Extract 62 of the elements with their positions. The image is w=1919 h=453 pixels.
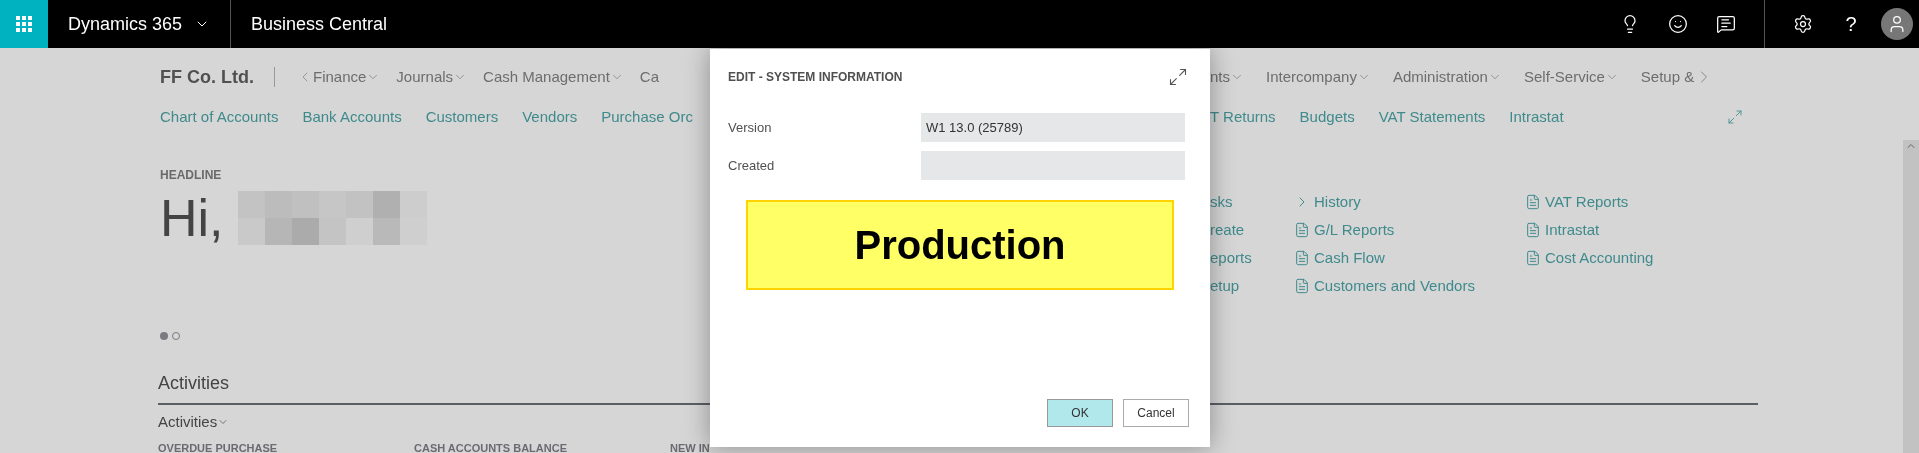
menu-item[interactable]: Administration	[1392, 65, 1488, 89]
settings-icon	[1793, 14, 1813, 34]
field-value[interactable]: W1 13.0 (25789)	[921, 113, 1185, 142]
scrollbar[interactable]	[1903, 140, 1919, 453]
action-link[interactable]: G/L Reports	[1314, 218, 1395, 242]
group-toggle[interactable]: Activities	[158, 411, 218, 434]
report-icon	[1294, 222, 1310, 238]
cue-heading: OVERDUE PURCHASE	[158, 441, 278, 453]
quick-link[interactable]: Vendors	[522, 105, 578, 129]
quick-link[interactable]: Intrastat	[1509, 105, 1564, 129]
product-name: Business Central	[250, 12, 388, 36]
cue-heading: CASH ACCOUNTS BALANCE	[414, 441, 567, 453]
menu-item[interactable]: Intercompany	[1266, 65, 1357, 89]
quick-link[interactable]: T Returns	[1210, 105, 1276, 129]
app-launcher[interactable]	[0, 0, 48, 48]
action-link[interactable]: Cost Accounting	[1545, 246, 1654, 270]
action-link[interactable]: VAT Reports	[1545, 190, 1629, 214]
action-link[interactable]: History	[1314, 190, 1361, 214]
action-link[interactable]: Cash Flow	[1314, 246, 1385, 270]
greeting: Hi,	[160, 188, 224, 248]
app-switcher[interactable]: Dynamics 365	[48, 0, 232, 48]
waffle-icon	[16, 16, 32, 32]
quick-link[interactable]: Bank Accounts	[302, 105, 402, 129]
ok-button[interactable]: OK	[1047, 399, 1113, 427]
headline-label: HEADLINE	[160, 167, 222, 184]
action-link[interactable]: sks	[1210, 190, 1233, 214]
menu-item[interactable]: Journals	[396, 65, 454, 89]
dialog-title: EDIT - SYSTEM INFORMATION	[728, 69, 903, 86]
report-icon	[1294, 250, 1310, 266]
menu-item[interactable]: Setup &	[1640, 65, 1695, 89]
environment-banner: Production	[746, 200, 1174, 290]
report-icon	[1294, 278, 1310, 294]
menu-item[interactable]: Cash Management	[483, 65, 610, 89]
report-icon	[1525, 250, 1541, 266]
smiley-icon	[1668, 14, 1688, 34]
field-label: Version	[728, 118, 773, 137]
action-link[interactable]: eports	[1210, 246, 1252, 270]
comment-icon	[1716, 14, 1736, 34]
field-value[interactable]	[921, 151, 1185, 180]
cancel-button[interactable]: Cancel	[1123, 399, 1189, 427]
quick-link[interactable]: Customers	[425, 105, 499, 129]
action-link[interactable]: Customers and Vendors	[1314, 274, 1475, 298]
menu-item[interactable]: nts	[1210, 65, 1230, 89]
quick-link[interactable]: Chart of Accounts	[160, 105, 279, 129]
quick-link[interactable]: VAT Statements	[1378, 105, 1486, 129]
menu-item[interactable]: Ca	[639, 65, 659, 89]
expand-icon[interactable]	[1168, 67, 1188, 87]
quick-link[interactable]: Budgets	[1299, 105, 1355, 129]
help-button[interactable]: ?	[1827, 0, 1875, 48]
field-label: Created	[728, 156, 776, 175]
section-title: Activities	[158, 372, 230, 395]
report-icon	[1525, 194, 1541, 210]
report-icon	[1525, 222, 1541, 238]
company-name: FF Co. Ltd.	[160, 65, 254, 89]
action-link[interactable]: etup	[1210, 274, 1240, 298]
cue-heading: NEW IN	[670, 441, 710, 453]
quick-link[interactable]: Purchase Orc	[601, 105, 693, 129]
menu-item[interactable]: Self-Service	[1523, 65, 1605, 89]
action-link[interactable]: reate	[1210, 218, 1245, 242]
user-avatar[interactable]	[1881, 8, 1913, 40]
menu-item[interactable]: Finance	[313, 65, 367, 89]
action-link[interactable]: Intrastat	[1545, 218, 1600, 242]
